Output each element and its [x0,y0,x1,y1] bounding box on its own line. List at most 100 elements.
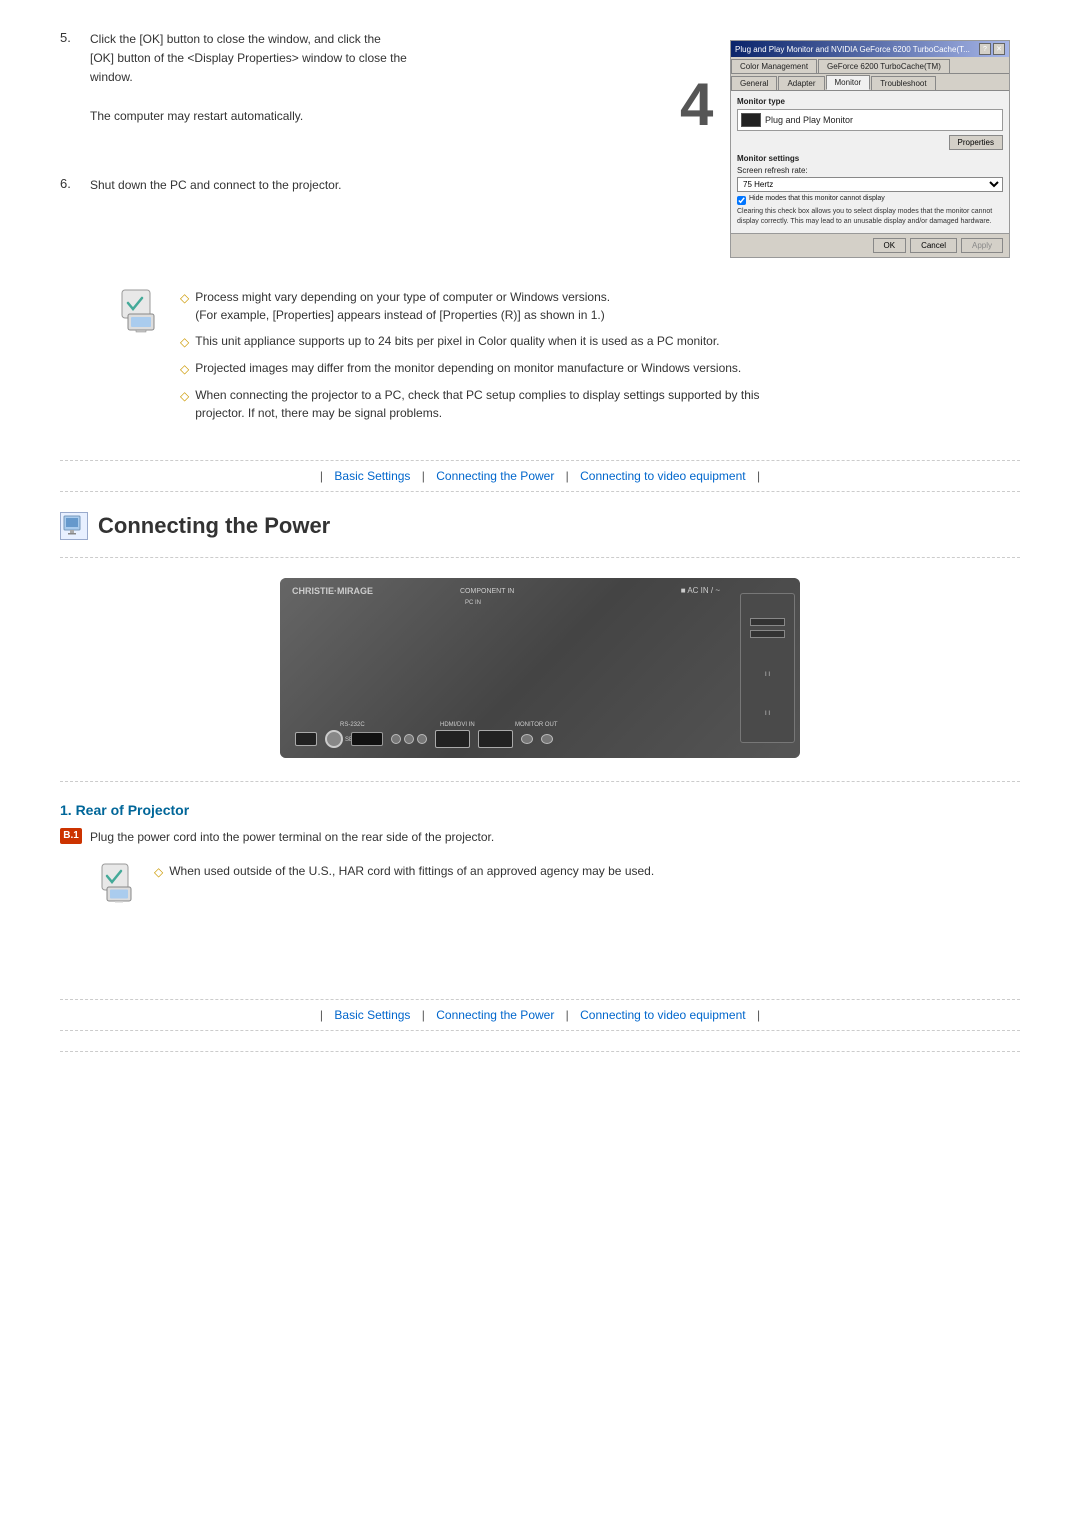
dialog-help-btn[interactable]: ? [979,43,991,55]
refresh-rate-dropdown[interactable]: 75 Hertz [737,177,1003,192]
spacer-bottom [60,919,1020,979]
dialog-mock: Plug and Play Monitor and NVIDIA GeForce… [730,40,1010,258]
hide-modes-note: Clearing this check box allows you to se… [737,207,1003,227]
steps-content: 5. Click the [OK] button to close the wi… [60,30,690,215]
note2-svg-icon [100,862,142,904]
dialog-titlebar: Plug and Play Monitor and NVIDIA GeForce… [731,41,1009,57]
har-note-text: When used outside of the U.S., HAR cord … [169,862,654,881]
notes-list: ◇ Process might vary depending on your t… [180,288,1020,430]
nav-connecting-video-bottom[interactable]: Connecting to video equipment [580,1008,745,1022]
step6-text: Shut down the PC and connect to the proj… [90,176,342,195]
nav-sep-4: | [757,469,760,483]
projector-image-container: CHRISTIE·MIRAGE ■ AC IN / ~ COMPONENT IN… [60,578,1020,761]
cancel-button[interactable]: Cancel [910,238,957,253]
properties-button[interactable]: Properties [949,135,1003,150]
hide-modes-label: Hide modes that this monitor cannot disp… [749,195,885,202]
pc-in-label: PC IN [465,600,481,606]
nav-connecting-power-top[interactable]: Connecting the Power [436,469,554,483]
note-text-4: When connecting the projector to a PC, c… [195,386,759,422]
har-note-section: ◇ When used outside of the U.S., HAR cor… [100,862,1020,904]
section-title: Connecting the Power [98,513,330,539]
hr-1 [60,557,1020,558]
nav-basic-settings-top[interactable]: Basic Settings [334,469,410,483]
har-note-icon [100,862,142,904]
nav-bar-bottom: | Basic Settings | Connecting the Power … [60,999,1020,1031]
dialog-image-area: 4 Plug and Play Monitor and NVIDIA GeFor… [720,30,1020,258]
note-item-1: ◇ Process might vary depending on your t… [180,288,1020,324]
hr-bottom [60,1051,1020,1052]
hide-modes-row: Hide modes that this monitor cannot disp… [737,195,1003,205]
nav-bot-sep-3: | [566,1008,569,1022]
dialog-tabs-row2: General Adapter Monitor Troubleshoot [731,74,1009,91]
dialog-titlebar-buttons: ? ✕ [979,43,1005,55]
projector-right-panel: I I I I [740,593,795,743]
projector-brand-label: CHRISTIE·MIRAGE [292,586,373,596]
projector-model-label: ■ AC IN / ~ [681,586,720,595]
dialog-tabs: Color Management GeForce 6200 TurboCache… [731,57,1009,74]
tab-general[interactable]: General [731,76,777,90]
monitor-settings-section: Monitor settings Screen refresh rate: 75… [737,154,1003,227]
projector-body: CHRISTIE·MIRAGE ■ AC IN / ~ COMPONENT IN… [280,578,800,758]
har-notes-list: ◇ When used outside of the U.S., HAR cor… [154,862,1020,889]
note-item-2: ◇ This unit appliance supports up to 24 … [180,332,1020,351]
nav-bot-sep-2: | [422,1008,425,1022]
nav-bar-top: | Basic Settings | Connecting the Power … [60,460,1020,492]
tab-troubleshoot[interactable]: Troubleshoot [871,76,935,90]
right-panel-label: I I [765,672,770,678]
nav-sep-1: | [320,469,323,483]
tab-adapter[interactable]: Adapter [778,76,824,90]
diamond-icon-1: ◇ [180,289,189,324]
note-icon [120,288,165,333]
hr-2 [60,781,1020,782]
rs232-label: RS-232C [340,722,365,728]
power-page-icon [62,514,86,538]
note-svg-icon [120,288,165,333]
nav-bot-sep-1: | [320,1008,323,1022]
nav-sep-2: | [422,469,425,483]
tab-monitor[interactable]: Monitor [826,75,871,90]
step4-large-number: 4 [680,70,713,139]
monitor-out-label: MONITOR OUT [515,722,558,728]
step5-number: 5. [60,30,80,45]
dialog-footer: OK Cancel Apply [731,233,1009,257]
notes-section: ◇ Process might vary depending on your t… [120,288,1020,430]
dialog-title: Plug and Play Monitor and NVIDIA GeForce… [735,45,970,54]
power-port-mid [750,630,785,638]
nav-connecting-power-bottom[interactable]: Connecting the Power [436,1008,554,1022]
nav-bot-sep-4: | [757,1008,760,1022]
power-port-top [750,618,785,626]
note-text-1: Process might vary depending on your typ… [195,288,610,324]
power-port-group [750,618,785,638]
step6-item: 6. Shut down the PC and connect to the p… [60,176,690,195]
nav-basic-settings-bottom[interactable]: Basic Settings [334,1008,410,1022]
projector-mock: CHRISTIE·MIRAGE ■ AC IN / ~ COMPONENT IN… [280,578,800,758]
diamond-icon-3: ◇ [180,360,189,378]
tab-color-management[interactable]: Color Management [731,59,817,73]
monitor-item: Plug and Play Monitor [737,109,1003,131]
step6-number: 6. [60,176,80,191]
step-b1-row: B.1 Plug the power cord into the power t… [60,828,1020,847]
step-b1-badge: B.1 [60,828,82,844]
section-header-icon [60,512,88,540]
monitor-type-label: Monitor type [737,97,1003,106]
nav-connecting-video-top[interactable]: Connecting to video equipment [580,469,745,483]
step-b1-text: Plug the power cord into the power termi… [90,828,494,847]
hide-modes-checkbox[interactable] [737,196,746,205]
ok-button[interactable]: OK [873,238,907,253]
component-in-label: COMPONENT IN [460,588,514,595]
subsection-title: 1. Rear of Projector [60,802,1020,818]
tab-geforce[interactable]: GeForce 6200 TurboCache(TM) [818,59,950,73]
dialog-close-btn[interactable]: ✕ [993,43,1005,55]
step5-text: Click the [OK] button to close the windo… [90,30,407,126]
apply-button[interactable]: Apply [961,238,1003,253]
har-note-item: ◇ When used outside of the U.S., HAR cor… [154,862,1020,881]
step4-section: 5. Click the [OK] button to close the wi… [60,30,1020,258]
monitor-settings-label: Monitor settings [737,154,1003,163]
nav-sep-3: | [566,469,569,483]
dialog-body: Monitor type Plug and Play Monitor Prope… [731,91,1009,233]
diamond-icon-2: ◇ [180,333,189,351]
note-item-3: ◇ Projected images may differ from the m… [180,359,1020,378]
step5-item: 5. Click the [OK] button to close the wi… [60,30,690,126]
note-text-2: This unit appliance supports up to 24 bi… [195,332,719,351]
monitor-name: Plug and Play Monitor [765,115,853,125]
